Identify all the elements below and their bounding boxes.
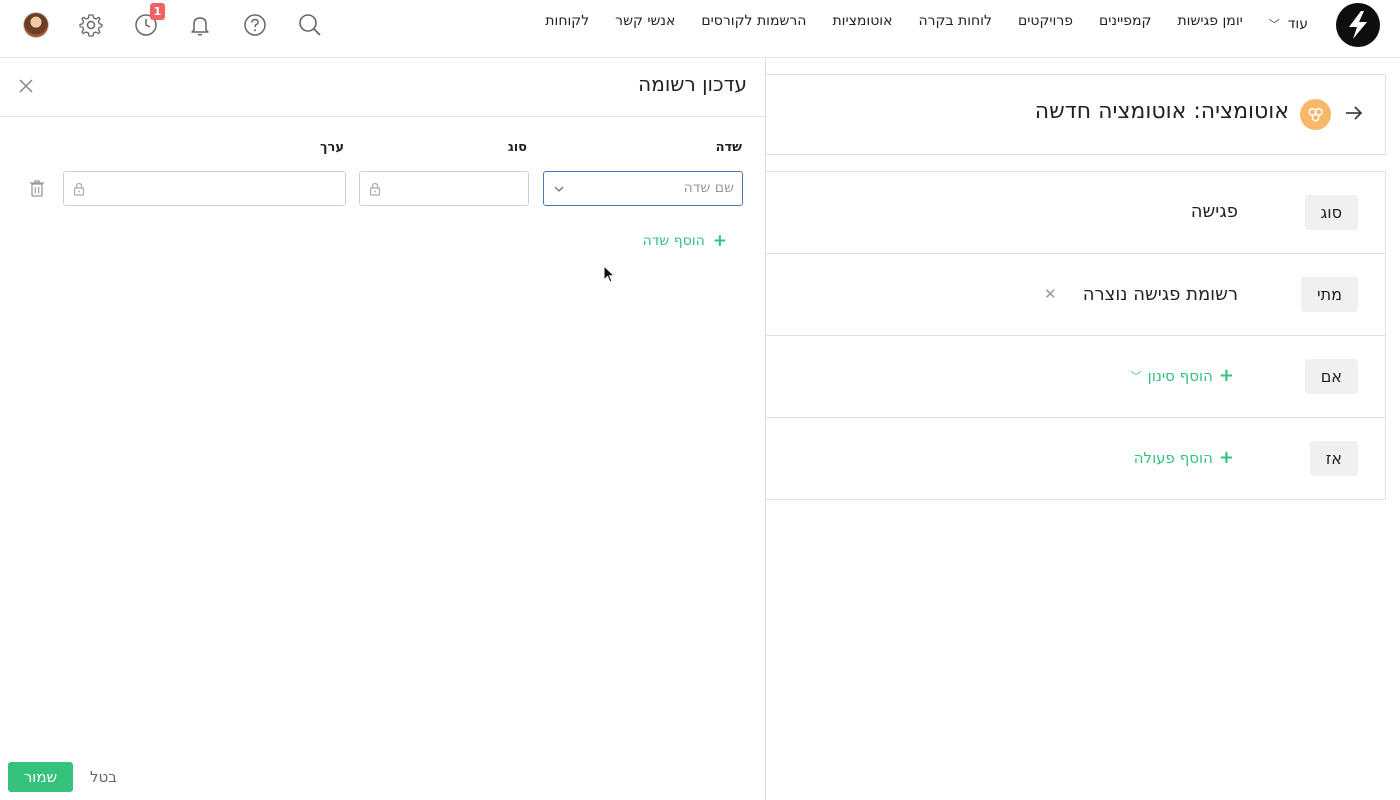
logo-bolt-icon (1349, 11, 1367, 39)
back-arrow-icon[interactable] (1343, 102, 1365, 124)
automation-rules: סוג פגישה מתי רשומת פגישה נוצרה ✕ אם + ה… (766, 171, 1386, 500)
type-value[interactable]: פגישה (1191, 201, 1238, 222)
column-label-type: סוג (507, 140, 527, 155)
plus-icon: + (712, 231, 727, 251)
help-icon[interactable] (242, 12, 268, 38)
rule-row-then: אז + הוסף פעולה (766, 418, 1385, 500)
cancel-button[interactable]: בטל (90, 768, 117, 786)
rule-row-when: מתי רשומת פגישה נוצרה ✕ (766, 254, 1385, 336)
close-icon[interactable] (19, 78, 33, 93)
chevron-down-icon (554, 186, 564, 192)
lock-icon (73, 182, 85, 196)
add-filter-label: הוסף סינון (1147, 366, 1213, 385)
nav-item-dashboards[interactable]: לוחות בקרה (918, 13, 991, 35)
add-field-label: הוסף שדה (642, 233, 705, 249)
if-chip: אם (1304, 359, 1358, 394)
when-value[interactable]: רשומת פגישה נוצרה (1083, 284, 1238, 305)
field-name-placeholder: שם שדה (683, 180, 734, 196)
then-chip: אז (1309, 441, 1358, 476)
update-record-drawer: עדכון רשומה שדה סוג ערך שם שדה + הוסף שד… (0, 58, 766, 800)
field-type-input[interactable] (359, 171, 529, 206)
clear-trigger-icon[interactable]: ✕ (1044, 285, 1057, 303)
trash-icon[interactable] (29, 179, 45, 197)
field-value-input[interactable] (63, 171, 346, 206)
nav-item-course-registrations[interactable]: הרשמות לקורסים (701, 13, 806, 35)
search-icon[interactable] (297, 12, 323, 38)
nav-item-campaigns[interactable]: קמפיינים (1099, 13, 1151, 35)
top-bar: לקוחות אנשי קשר הרשמות לקורסים אוטומציות… (0, 0, 1400, 58)
add-filter-button[interactable]: + הוסף סינון ﹀ (1131, 365, 1234, 386)
nav-item-contacts[interactable]: אנשי קשר (615, 13, 675, 35)
column-label-value: ערך (320, 140, 344, 155)
automation-icon (1300, 99, 1331, 130)
add-action-button[interactable]: + הוסף פעולה (1134, 447, 1234, 468)
chevron-down-icon: ﹀ (1130, 369, 1142, 383)
drawer-divider (0, 116, 765, 117)
drawer-title: עדכון רשומה (638, 72, 747, 96)
nav-item-automations[interactable]: אוטומציות (832, 13, 892, 35)
rule-row-if: אם + הוסף סינון ﹀ (766, 336, 1385, 418)
automation-header: אוטומציה: אוטומציה חדשה (766, 74, 1386, 155)
notification-badge: 1 (150, 3, 165, 20)
nav-item-meetings-calendar[interactable]: יומן פגישות (1177, 13, 1242, 35)
nav-item-projects[interactable]: פרויקטים (1018, 13, 1073, 35)
lock-icon (369, 182, 381, 196)
column-label-field: שדה (715, 140, 742, 155)
gear-icon[interactable] (78, 12, 104, 38)
chevron-down-icon: ﹀ (1268, 18, 1280, 31)
save-button[interactable]: שמור (8, 762, 73, 792)
add-action-label: הוסף פעולה (1133, 448, 1213, 467)
plus-icon: + (1218, 447, 1234, 468)
rule-row-type: סוג פגישה (766, 172, 1385, 254)
mouse-pointer-icon (603, 264, 616, 285)
when-chip: מתי (1301, 277, 1358, 312)
nav-more-label: עוד (1287, 16, 1308, 32)
user-avatar[interactable] (23, 12, 49, 38)
bell-icon[interactable] (187, 12, 213, 38)
automation-title: אוטומציה: אוטומציה חדשה (1034, 99, 1289, 124)
field-name-select[interactable]: שם שדה (543, 171, 743, 206)
nav-more-dropdown[interactable]: עוד ﹀ (1269, 13, 1308, 35)
main-nav: לקוחות אנשי קשר הרשמות לקורסים אוטומציות… (545, 13, 1308, 35)
add-field-button[interactable]: + הוסף שדה (643, 231, 727, 251)
nav-item-customers[interactable]: לקוחות (545, 13, 589, 35)
type-chip: סוג (1304, 195, 1358, 230)
gears-icon (1308, 108, 1323, 122)
plus-icon: + (1218, 365, 1234, 386)
app-logo[interactable] (1336, 3, 1380, 47)
